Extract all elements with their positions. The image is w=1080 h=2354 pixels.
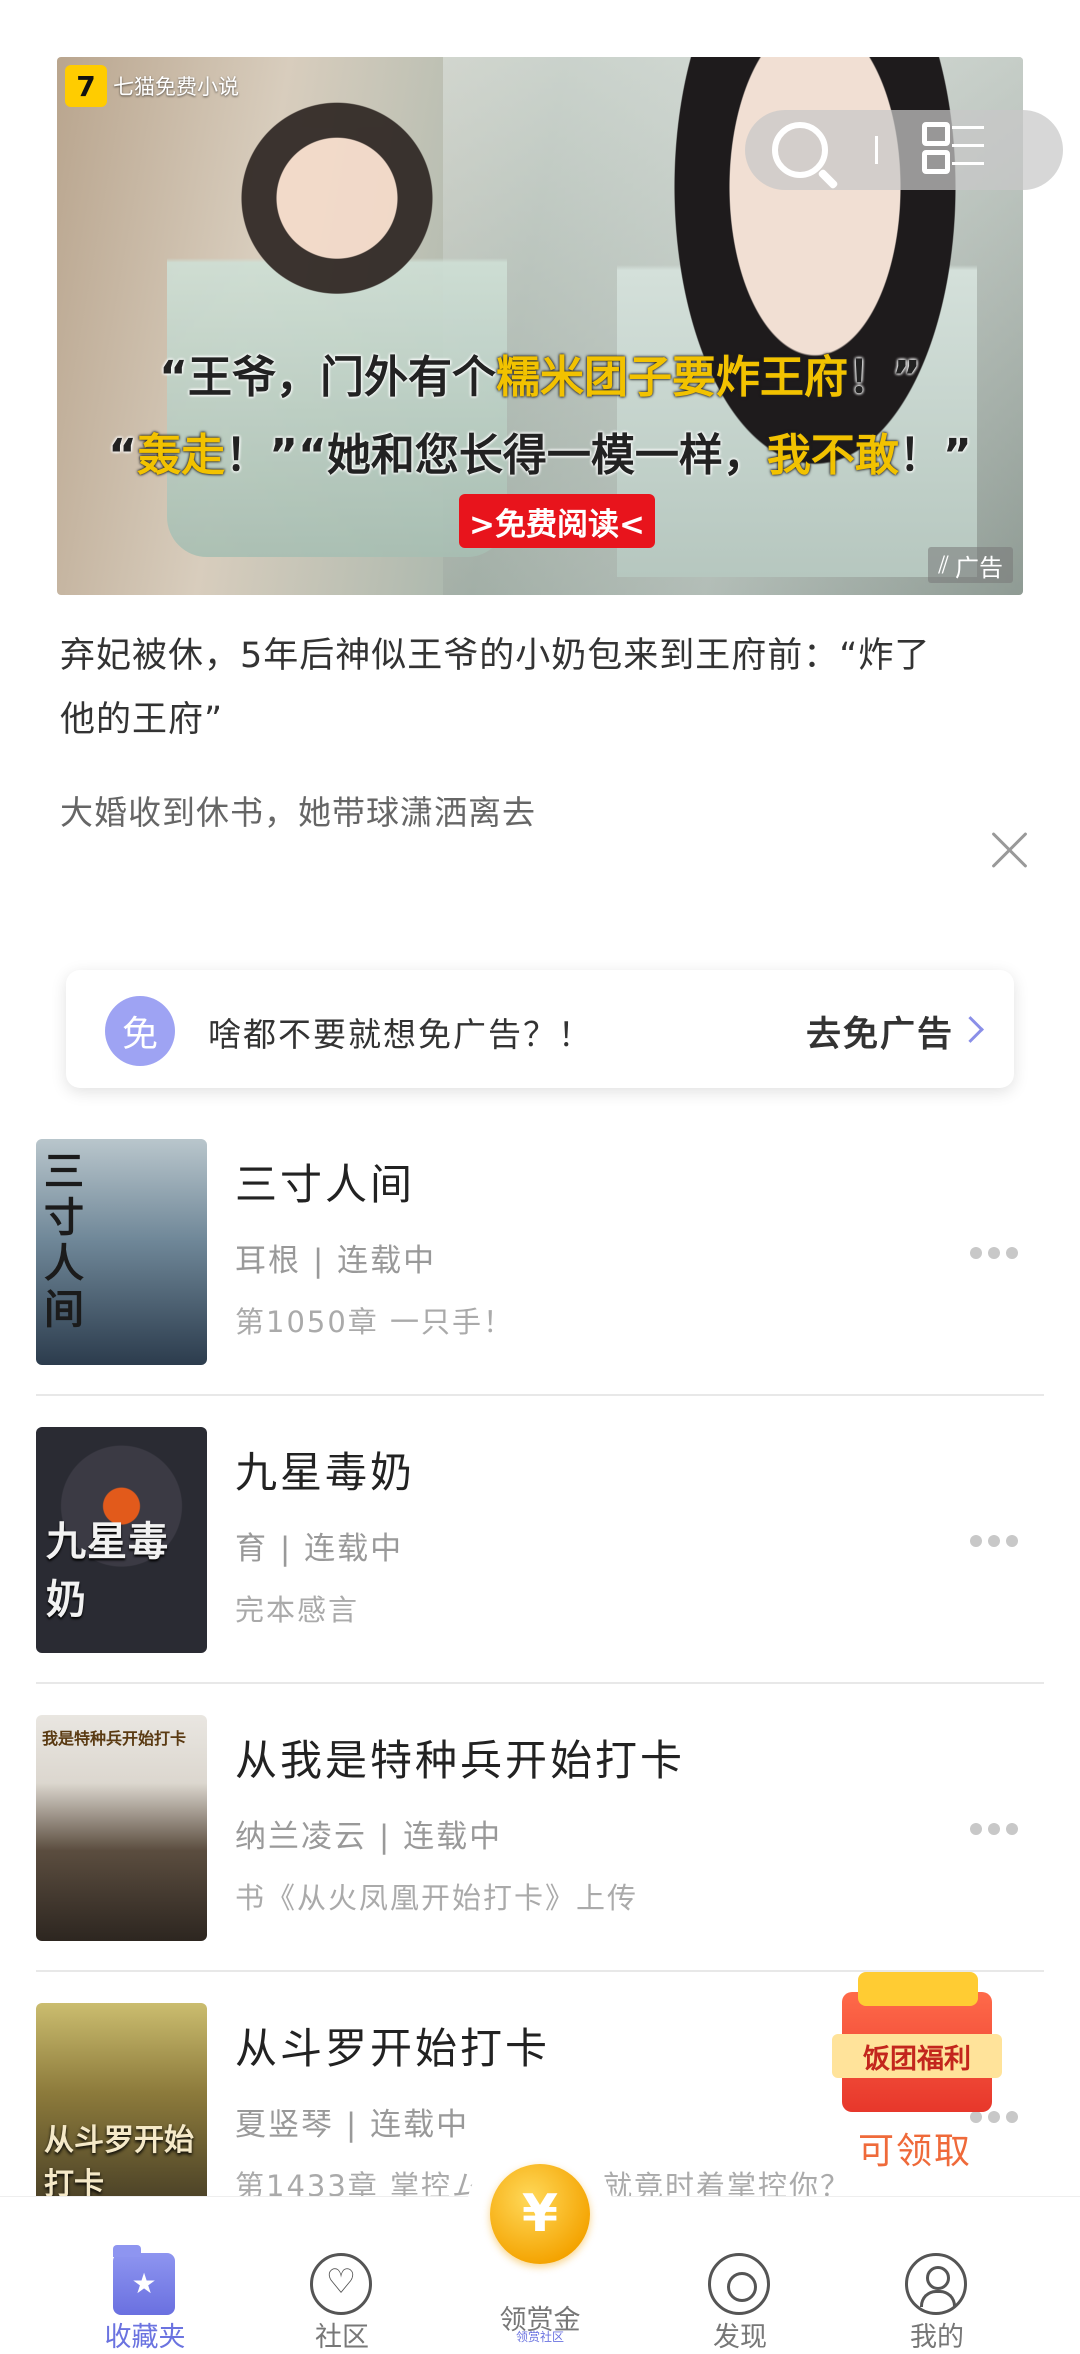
search-button[interactable] <box>745 110 855 190</box>
claim-text: 可领取 <box>858 2131 973 2172</box>
book-meta: 耳根 | 连载中 <box>235 1243 437 1279</box>
remove-ads-link[interactable]: 去免广告 <box>806 1006 954 1057</box>
community-icon <box>310 2253 372 2315</box>
search-icon <box>772 122 828 178</box>
ad-brand: 7 七猫免费小说 <box>65 65 239 107</box>
nav-sub-label: 领赏社区 <box>515 2330 564 2344</box>
chevron-right-icon <box>957 1016 984 1043</box>
book-item[interactable]: 三寸人间 三寸人间 耳根 | 连载中 第1050章 一只手！ <box>0 1139 1080 1427</box>
nav-label: 我的 <box>910 2322 964 2353</box>
ad-mark-icon: ⫽ <box>938 551 949 579</box>
remove-ads-prompt: 啥都不要就想免广告？！ <box>208 1015 593 1054</box>
welfare-label: 饭团福利 <box>832 2034 1002 2078</box>
close-ad-icon[interactable] <box>988 828 1032 872</box>
ad-title[interactable]: 弃妃被休，5年后神似王爷的小奶包来到王府前：“炸了他的王府” <box>60 624 960 752</box>
nav-item-discover[interactable]: 发现 <box>670 2197 810 2353</box>
bookshelf-icon <box>113 2245 175 2315</box>
book-title: 三寸人间 <box>235 1160 416 1209</box>
book-title: 九星毒奶 <box>235 1448 416 1497</box>
book-latest-chapter: 书《从火凤凰开始打卡》上传 <box>235 1881 639 1915</box>
ad-label: ⫽ 广告 <box>928 547 1013 583</box>
book-title: 从斗罗开始打卡 <box>235 2024 551 2073</box>
nav-item-reward[interactable]: ¥ <box>466 2140 614 2288</box>
ad-headline-2: “轰走！”“她和您长得一模一样，我不敢！” <box>108 430 972 481</box>
brand-name: 七猫免费小说 <box>113 75 239 99</box>
book-cover[interactable]: 九星毒奶 <box>36 1427 207 1653</box>
menu-button[interactable] <box>898 110 1008 190</box>
ad-headline-1: “王爷，门外有个糯米团子要炸王府！” <box>159 352 921 403</box>
nav-item-bookshelf[interactable]: 收藏夹 <box>75 2197 215 2353</box>
book-meta: 夏竖琴 | 连载中 <box>235 2107 470 2143</box>
remove-ads-card[interactable]: 免 啥都不要就想免广告？！ 去免广告 <box>66 970 1014 1088</box>
welfare-floating-button[interactable]: 饭团福利 可领取 <box>818 1972 1018 2172</box>
divider <box>36 1682 1044 1684</box>
gift-ribbon <box>858 1972 978 2006</box>
nav-label: 发现 <box>713 2322 767 2353</box>
free-read-button[interactable]: >免费阅读< <box>459 494 655 548</box>
divider <box>36 1394 1044 1396</box>
book-cover[interactable]: 三寸人间 <box>36 1139 207 1365</box>
discover-icon <box>708 2253 770 2315</box>
book-latest-chapter: 第1050章 一只手！ <box>235 1305 515 1339</box>
book-cover[interactable]: 我是特种兵开始打卡 <box>36 1715 207 1941</box>
coin-icon: ¥ <box>490 2164 590 2264</box>
ad-subtitle[interactable]: 大婚收到休书，她带球潇洒离去 <box>60 786 536 834</box>
book-latest-chapter: 完本感言 <box>235 1593 360 1627</box>
divider <box>875 136 878 164</box>
more-options-icon[interactable] <box>970 1823 1018 1835</box>
free-badge-icon: 免 <box>105 996 175 1066</box>
more-options-icon[interactable] <box>970 1247 1018 1259</box>
profile-icon <box>905 2253 967 2315</box>
book-title: 从我是特种兵开始打卡 <box>235 1736 686 1785</box>
banner-girl-figure <box>167 97 507 557</box>
more-options-icon[interactable] <box>970 1535 1018 1547</box>
nav-item-community[interactable]: 社区 <box>272 2197 412 2353</box>
nav-item-profile[interactable]: 我的 <box>867 2197 1007 2353</box>
nav-label: 社区 <box>315 2322 369 2353</box>
book-meta: 纳兰凌云 | 连载中 <box>235 1819 503 1855</box>
top-action-pill <box>745 110 1063 190</box>
list-menu-icon <box>922 122 984 178</box>
book-item[interactable]: 九星毒奶 九星毒奶 育 | 连载中 完本感言 <box>0 1427 1080 1715</box>
nav-label: 收藏夹 <box>104 2322 186 2353</box>
brand-logo-icon: 7 <box>65 65 107 107</box>
book-item[interactable]: 我是特种兵开始打卡 从我是特种兵开始打卡 纳兰凌云 | 连载中 书《从火凤凰开始… <box>0 1715 1080 2003</box>
book-meta: 育 | 连载中 <box>235 1531 404 1567</box>
